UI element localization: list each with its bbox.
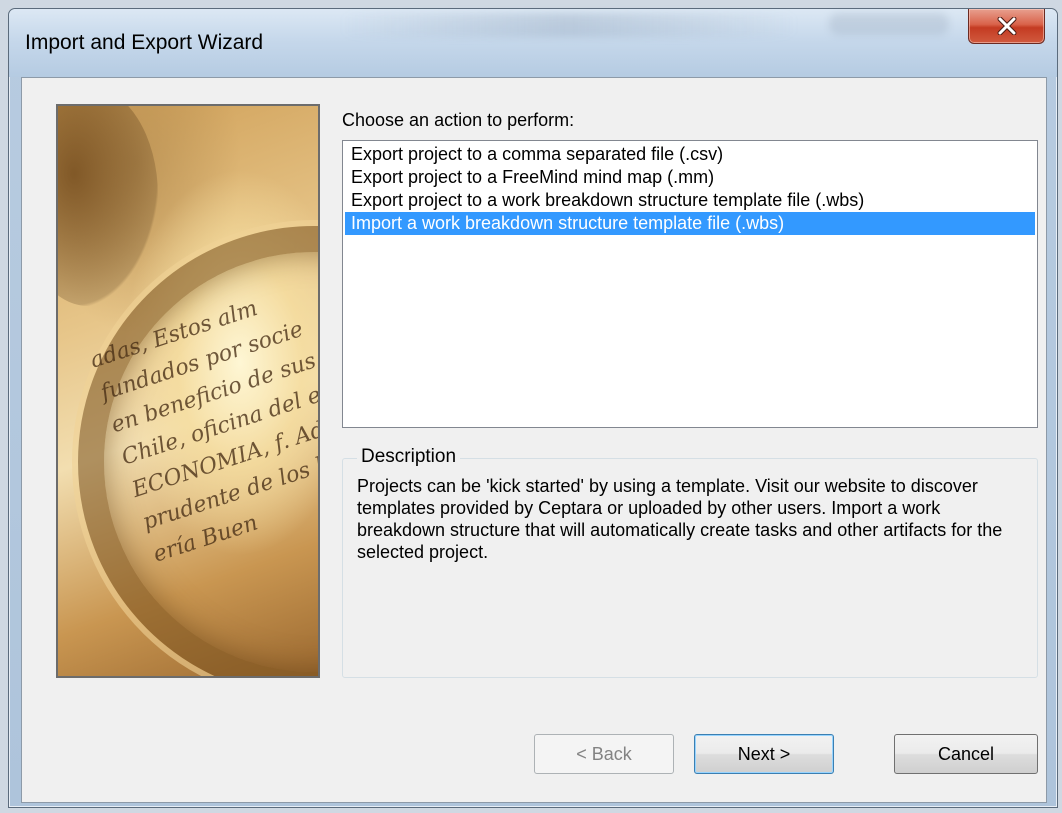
- action-prompt: Choose an action to perform:: [342, 110, 575, 130]
- next-button[interactable]: Next >: [694, 734, 834, 774]
- description-group: Description Projects can be 'kick starte…: [342, 446, 1038, 678]
- wizard-window: Import and Export Wizard adas, Estos alm…: [8, 8, 1058, 808]
- title-bar-glass: [829, 13, 949, 35]
- action-item-export-csv[interactable]: Export project to a comma separated file…: [345, 143, 1035, 166]
- action-item-export-freemind[interactable]: Export project to a FreeMind mind map (.…: [345, 166, 1035, 189]
- action-item-import-wbs[interactable]: Import a work breakdown structure templa…: [345, 212, 1035, 235]
- description-text: Projects can be 'kick started' by using …: [357, 476, 1003, 562]
- close-icon: [997, 17, 1016, 35]
- magnifier-handle: [58, 106, 158, 306]
- window-title: Import and Export Wizard: [25, 31, 264, 54]
- title-bar-glass: [339, 13, 799, 37]
- wizard-content: adas, Estos alm fundados por socie en be…: [21, 77, 1047, 803]
- description-label: Description: [357, 446, 461, 468]
- action-item-export-wbs[interactable]: Export project to a work breakdown struc…: [345, 189, 1035, 212]
- cancel-button[interactable]: Cancel: [894, 734, 1038, 774]
- close-button[interactable]: [968, 9, 1045, 44]
- wizard-side-image: adas, Estos alm fundados por socie en be…: [56, 104, 320, 678]
- action-listbox[interactable]: Export project to a comma separated file…: [342, 140, 1038, 428]
- title-bar[interactable]: Import and Export Wizard: [9, 9, 1057, 77]
- back-button[interactable]: < Back: [534, 734, 674, 774]
